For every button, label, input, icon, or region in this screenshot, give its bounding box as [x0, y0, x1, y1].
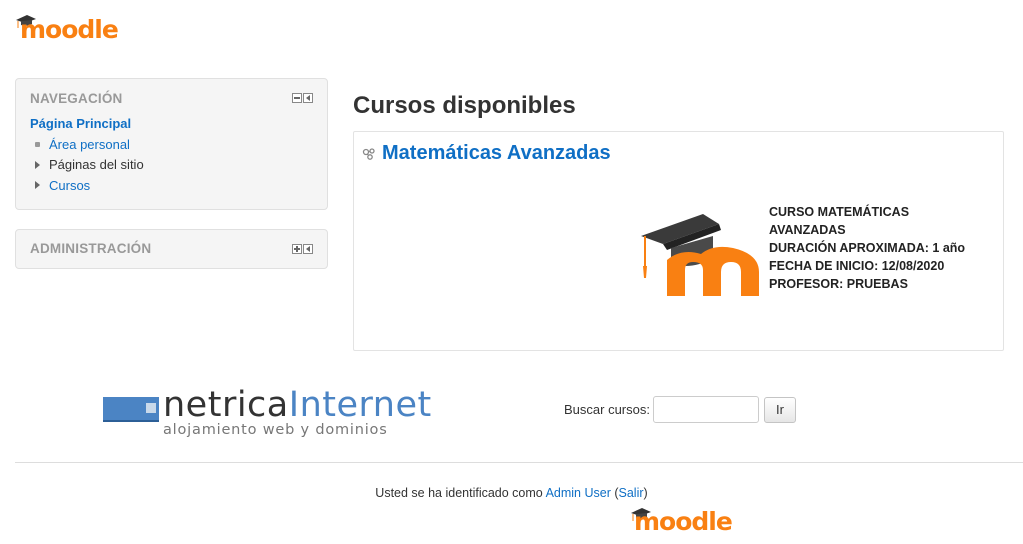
search-input[interactable]	[652, 396, 759, 423]
navigation-block: NAVEGACIÓN Página Principal Área persona…	[15, 78, 328, 210]
netrica-tagline: alojamiento web y dominios	[163, 422, 388, 438]
expand-triangle-icon[interactable]	[35, 160, 40, 169]
nav-item-paginas-sitio[interactable]: Páginas del sitio	[30, 155, 313, 176]
svg-text:moodle: moodle	[20, 15, 118, 41]
administration-block: ADMINISTRACIÓN	[15, 229, 328, 269]
summary-line: PROFESOR: PRUEBAS	[769, 277, 908, 291]
search-label: Buscar cursos:	[564, 402, 650, 417]
nav-item-label: Páginas del sitio	[49, 157, 144, 173]
summary-line: FECHA DE INICIO: 12/08/2020	[769, 259, 945, 273]
login-info: Usted se ha identificado como Admin User…	[375, 486, 648, 500]
course-title-row: Matemáticas Avanzadas	[362, 142, 611, 165]
administration-block-title[interactable]: ADMINISTRACIÓN	[30, 241, 313, 256]
dock-icon[interactable]	[303, 244, 313, 254]
block-controls	[292, 93, 313, 103]
moodle-m-logo	[641, 214, 759, 296]
block-controls	[292, 244, 313, 254]
page-title: Cursos disponibles	[353, 92, 576, 119]
expand-triangle-icon[interactable]	[35, 181, 40, 190]
dock-icon[interactable]	[303, 93, 313, 103]
course-card: Matemáticas Avanzadas CURSO MATEMÁTICAS …	[353, 131, 1004, 351]
summary-line: DURACIÓN APROXIMADA: 1 año	[769, 241, 966, 255]
nav-item-label[interactable]: Área personal	[49, 137, 130, 152]
course-summary: CURSO MATEMÁTICAS AVANZADAS DURACIÓN APR…	[769, 203, 989, 293]
moodle-logo[interactable]: moodle	[16, 9, 120, 41]
login-prefix: Usted se ha identificado como	[375, 486, 543, 500]
course-search-form: Buscar cursos: Ir	[564, 396, 796, 423]
footer-moodle-logo[interactable]: moodle	[631, 505, 735, 536]
user-profile-link[interactable]: Admin User	[546, 486, 611, 500]
course-icon	[362, 147, 375, 160]
summary-line: AVANZADAS	[769, 223, 846, 237]
logout-link[interactable]: Salir	[619, 486, 644, 500]
moodle-logo-mark: moodle	[16, 15, 119, 41]
netrica-square-icon	[146, 403, 156, 413]
collapse-icon[interactable]	[292, 93, 302, 103]
nav-item-area-personal[interactable]: Área personal	[30, 134, 313, 155]
netrica-wordmark: netricaInternet	[163, 385, 432, 425]
course-title-link[interactable]: Matemáticas Avanzadas	[382, 142, 611, 165]
nav-item-cursos[interactable]: Cursos	[30, 175, 313, 196]
navigation-block-title: NAVEGACIÓN	[30, 91, 123, 106]
nav-home-link[interactable]: Página Principal	[30, 116, 313, 131]
netrica-word-blue: Internet	[288, 385, 432, 425]
footer-divider	[15, 462, 1023, 463]
netrica-bar-line	[103, 420, 159, 422]
moodle-logo-mark: moodle	[631, 507, 733, 536]
svg-text:moodle: moodle	[634, 507, 732, 533]
netrica-word-dark: netrica	[163, 385, 289, 425]
search-button[interactable]: Ir	[763, 396, 796, 423]
nav-item-label[interactable]: Cursos	[49, 178, 90, 193]
summary-line: CURSO MATEMÁTICAS	[769, 205, 910, 219]
bullet-icon	[35, 141, 40, 147]
expand-icon[interactable]	[292, 244, 302, 254]
navigation-list: Área personal Páginas del sitio Cursos	[30, 134, 313, 196]
